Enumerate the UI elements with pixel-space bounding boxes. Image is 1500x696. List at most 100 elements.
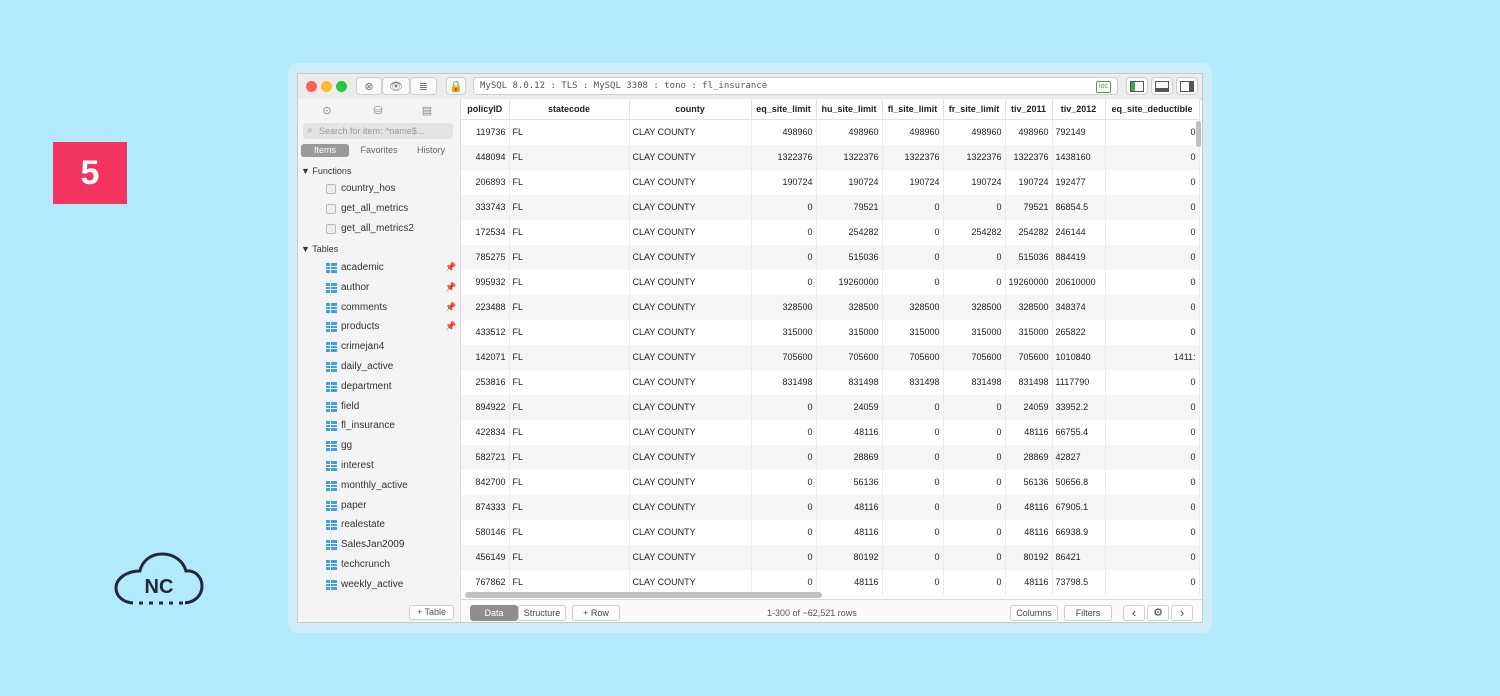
table-cell[interactable]: 831498: [1005, 369, 1053, 395]
table-cell[interactable]: FL: [509, 519, 630, 545]
table-cell[interactable]: 42827: [1052, 444, 1106, 470]
table-cell[interactable]: 328500: [816, 294, 883, 320]
stop-icon[interactable]: ⊗: [356, 77, 382, 95]
table-row[interactable]: 433512 FL CLAY COUNTY 315000 315000 315000 315…: [461, 319, 1200, 345]
table-cell[interactable]: 767862: [461, 569, 510, 595]
database-icon[interactable]: ⛁: [371, 104, 385, 118]
sidebar-table-item[interactable]: SalesJan2009: [326, 538, 404, 552]
table-cell[interactable]: 498960: [751, 119, 817, 145]
table-cell[interactable]: 0: [1105, 269, 1200, 295]
sidebar-table-item[interactable]: department: [326, 380, 392, 394]
toggle-console-icon[interactable]: [1151, 77, 1173, 95]
table-cell[interactable]: 1322376: [943, 144, 1006, 170]
table-cell[interactable]: 705600: [816, 344, 883, 370]
table-cell[interactable]: 1010840: [1052, 344, 1106, 370]
table-cell[interactable]: 831498: [882, 369, 944, 395]
pin-icon[interactable]: 📌: [445, 262, 456, 273]
column-header[interactable]: fl_site_limit: [882, 99, 944, 120]
table-cell[interactable]: 422834: [461, 419, 510, 445]
table-cell[interactable]: FL: [509, 244, 630, 270]
table-cell[interactable]: 0: [943, 244, 1006, 270]
table-cell[interactable]: 1411:: [1105, 344, 1200, 370]
table-cell[interactable]: 0: [751, 269, 817, 295]
previous-page-button[interactable]: ‹: [1123, 605, 1145, 621]
table-cell[interactable]: 48116: [816, 569, 883, 595]
table-cell[interactable]: 66938.9: [1052, 519, 1106, 545]
table-cell[interactable]: 0: [1105, 394, 1200, 420]
table-cell[interactable]: 0: [943, 269, 1006, 295]
table-cell[interactable]: 0: [1105, 494, 1200, 520]
table-cell[interactable]: 1322376: [816, 144, 883, 170]
table-cell[interactable]: 315000: [816, 319, 883, 345]
toggle-inspector-icon[interactable]: [1176, 77, 1198, 95]
vertical-scrollbar[interactable]: [1196, 121, 1201, 147]
table-cell[interactable]: 0: [882, 194, 944, 220]
table-cell[interactable]: FL: [509, 219, 630, 245]
table-cell[interactable]: 24059: [816, 394, 883, 420]
table-cell[interactable]: 0: [943, 544, 1006, 570]
table-row[interactable]: 206893 FL CLAY COUNTY 190724 190724 190724 190…: [461, 169, 1200, 195]
sidebar-function-item[interactable]: get_all_metrics: [326, 202, 408, 216]
table-cell[interactable]: 0: [882, 244, 944, 270]
table-cell[interactable]: CLAY COUNTY: [629, 169, 752, 195]
table-cell[interactable]: 792149: [1052, 119, 1106, 145]
table-cell[interactable]: 0: [943, 444, 1006, 470]
table-row[interactable]: 785275 FL CLAY COUNTY 0 515036 0 0 515036 884419…: [461, 244, 1200, 270]
table-cell[interactable]: 448094: [461, 144, 510, 170]
table-cell[interactable]: 48116: [816, 519, 883, 545]
functions-group[interactable]: ▼ Functions: [301, 166, 351, 176]
column-header[interactable]: tiv_2012: [1052, 99, 1106, 120]
table-cell[interactable]: CLAY COUNTY: [629, 519, 752, 545]
table-cell[interactable]: 1322376: [882, 144, 944, 170]
table-cell[interactable]: 705600: [1005, 344, 1053, 370]
table-cell[interactable]: FL: [509, 169, 630, 195]
table-row[interactable]: 874333 FL CLAY COUNTY 0 48116 0 0 48116 67905.1 0: [461, 494, 1200, 520]
table-cell[interactable]: CLAY COUNTY: [629, 469, 752, 495]
add-table-button[interactable]: + Table: [409, 605, 454, 620]
table-cell[interactable]: 190724: [882, 169, 944, 195]
table-row[interactable]: 448094 FL CLAY COUNTY 1322376 1322376 1322376…: [461, 144, 1200, 170]
table-cell[interactable]: FL: [509, 444, 630, 470]
table-cell[interactable]: 498960: [943, 119, 1006, 145]
table-cell[interactable]: 56136: [816, 469, 883, 495]
table-cell[interactable]: 190724: [943, 169, 1006, 195]
table-cell[interactable]: FL: [509, 544, 630, 570]
table-cell[interactable]: FL: [509, 294, 630, 320]
table-cell[interactable]: 0: [882, 569, 944, 595]
sql-editor-icon[interactable]: ≣: [410, 77, 437, 95]
table-cell[interactable]: 0: [751, 394, 817, 420]
table-cell[interactable]: 842700: [461, 469, 510, 495]
eye-icon[interactable]: 👁: [382, 77, 410, 95]
sidebar-table-item[interactable]: interest: [326, 459, 374, 473]
table-cell[interactable]: CLAY COUNTY: [629, 194, 752, 220]
table-cell[interactable]: 28869: [816, 444, 883, 470]
table-cell[interactable]: 190724: [816, 169, 883, 195]
sidebar-table-item[interactable]: fl_insurance: [326, 419, 395, 433]
table-cell[interactable]: 254282: [943, 219, 1006, 245]
table-cell[interactable]: FL: [509, 319, 630, 345]
table-cell[interactable]: 142071: [461, 344, 510, 370]
table-cell[interactable]: 0: [943, 194, 1006, 220]
table-cell[interactable]: 515036: [816, 244, 883, 270]
table-cell[interactable]: 0: [1105, 444, 1200, 470]
table-cell[interactable]: FL: [509, 494, 630, 520]
sidebar-table-item[interactable]: techcrunch: [326, 558, 390, 572]
pin-icon[interactable]: 📌: [445, 321, 456, 332]
table-cell[interactable]: 0: [882, 544, 944, 570]
tab-structure[interactable]: Structure: [518, 605, 566, 621]
table-cell[interactable]: 86854.5: [1052, 194, 1106, 220]
close-window-button[interactable]: [306, 81, 317, 92]
pin-icon[interactable]: 📌: [445, 282, 456, 293]
table-cell[interactable]: CLAY COUNTY: [629, 369, 752, 395]
table-cell[interactable]: 0: [1105, 369, 1200, 395]
segment-favorites[interactable]: Favorites: [354, 144, 404, 157]
segment-items[interactable]: Items: [301, 144, 349, 157]
column-header[interactable]: policyID: [461, 99, 510, 120]
table-cell[interactable]: FL: [509, 419, 630, 445]
sidebar-table-item[interactable]: author: [326, 281, 369, 295]
table-cell[interactable]: 0: [1105, 519, 1200, 545]
table-cell[interactable]: 0: [751, 244, 817, 270]
table-cell[interactable]: 223488: [461, 294, 510, 320]
table-cell[interactable]: 328500: [882, 294, 944, 320]
table-cell[interactable]: 456149: [461, 544, 510, 570]
